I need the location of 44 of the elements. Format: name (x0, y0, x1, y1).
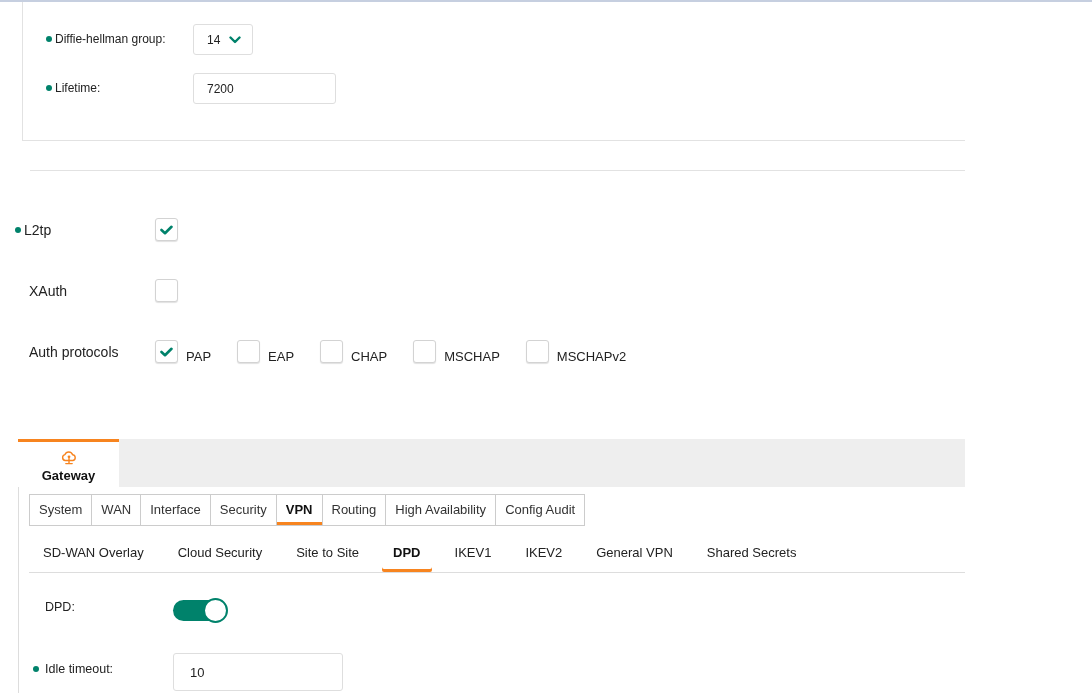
checkmark-icon (160, 224, 173, 235)
group-select[interactable]: 14 (193, 24, 253, 55)
field-label: DPD: (45, 599, 75, 615)
option-label: PAP (186, 349, 212, 365)
subsection-tab[interactable]: IKEV1 (443, 536, 503, 572)
checkbox[interactable] (413, 340, 437, 363)
subsection-tab[interactable]: SD-WAN Overlay (32, 536, 155, 572)
checkbox[interactable] (155, 340, 178, 363)
field-label: Lifetime: (55, 80, 101, 96)
subsection-tab[interactable]: Shared Secrets (695, 536, 808, 572)
chevron-down-icon (229, 35, 242, 44)
input-field[interactable]: 10 (173, 653, 343, 691)
option-label: CHAP (351, 349, 388, 365)
option-label: EAP (268, 349, 295, 365)
config-tab[interactable]: Routing (321, 494, 386, 526)
config-tab[interactable]: High Availability (385, 494, 496, 526)
checkbox[interactable] (237, 340, 261, 363)
subsection-tab[interactable]: Site to Site (285, 536, 371, 572)
option-label: MSCHAP (444, 349, 500, 365)
checkbox[interactable] (155, 279, 178, 302)
input-field[interactable]: 7200 (193, 73, 336, 104)
option-label: MSCHAPv2 (556, 349, 627, 365)
config-tab[interactable]: WAN (91, 494, 141, 526)
checkbox[interactable] (525, 340, 549, 363)
subsection-tab[interactable]: IKEV2 (514, 536, 574, 572)
subsection-tab[interactable]: DPD (382, 536, 432, 572)
subsection-tab[interactable]: Cloud Security (166, 536, 274, 572)
field-label: XAuth (29, 281, 68, 300)
field-label: Idle timeout: (45, 661, 114, 677)
checkbox[interactable] (320, 340, 344, 363)
cloud-network-icon (60, 451, 77, 465)
config-tab[interactable]: VPN (275, 494, 322, 526)
field-label: Diffie-hellman group: (55, 31, 166, 47)
config-tab[interactable]: Security (209, 494, 276, 526)
field-label: Auth protocols (29, 342, 119, 361)
toggle-switch[interactable] (173, 598, 228, 623)
config-tab[interactable]: System (29, 494, 92, 526)
checkbox[interactable] (155, 218, 178, 241)
field-label: L2tp (24, 220, 52, 239)
config-tab[interactable]: Interface (140, 494, 210, 526)
config-tab[interactable]: Config Audit (495, 494, 586, 526)
checkmark-icon (160, 346, 173, 357)
device-tab[interactable]: Gateway (18, 439, 119, 487)
subsection-tab[interactable]: General VPN (585, 536, 684, 572)
